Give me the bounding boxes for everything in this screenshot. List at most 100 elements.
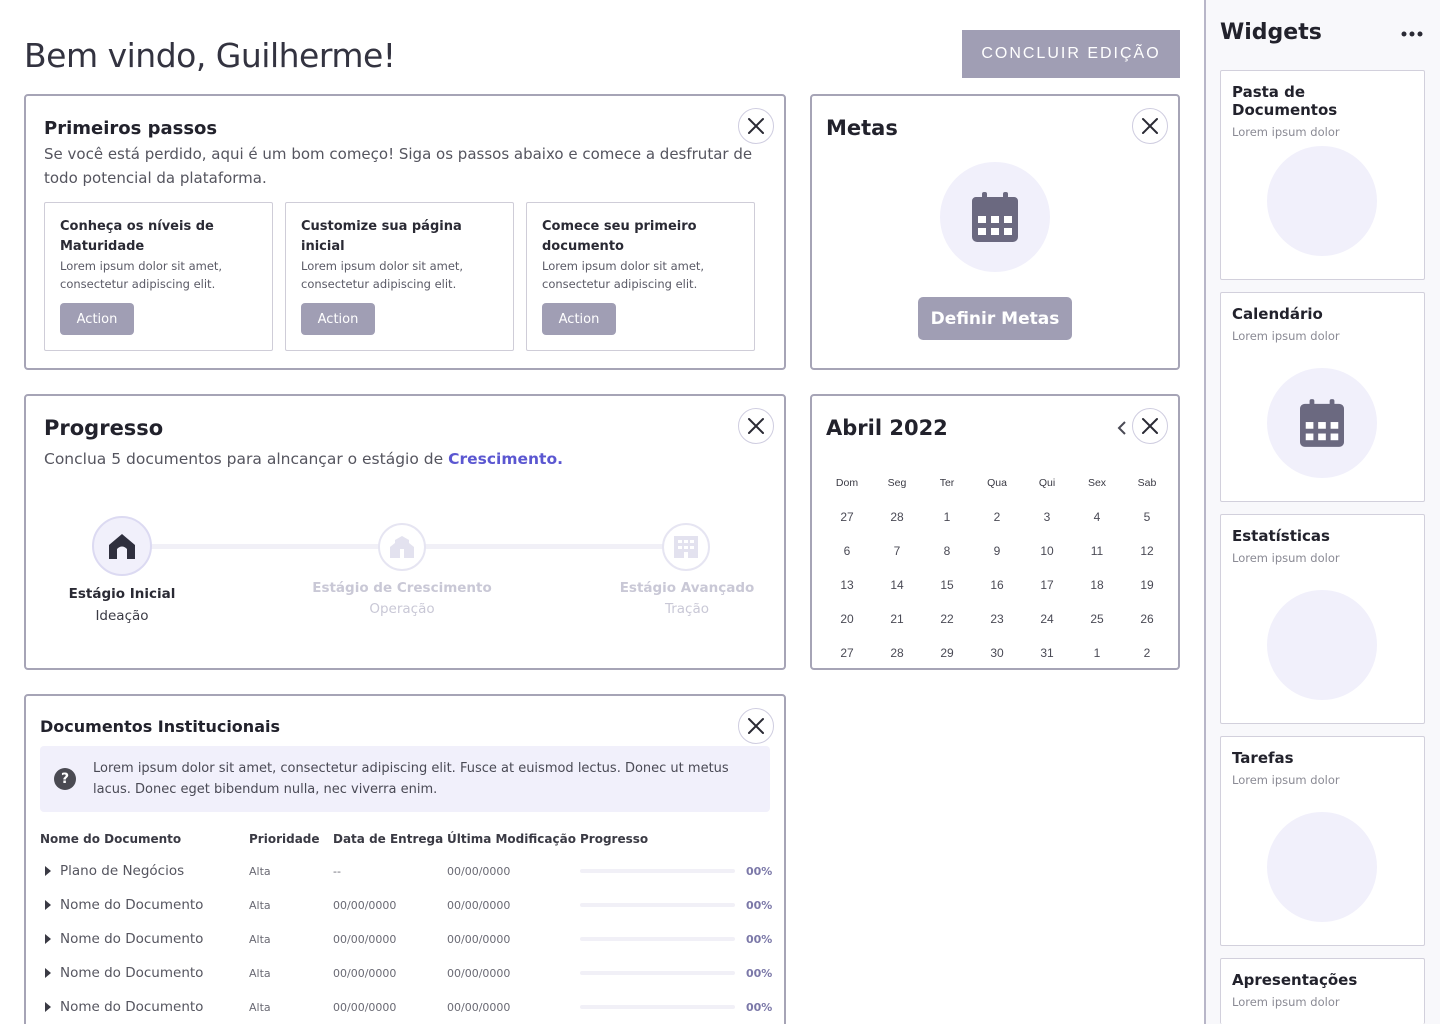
- calendar-day[interactable]: 17: [1022, 578, 1072, 592]
- calendar-day[interactable]: 10: [1022, 544, 1072, 558]
- calendar-day[interactable]: 1: [1072, 646, 1122, 660]
- table-row[interactable]: Nome do Documento Alta 00/00/0000 00/00/…: [40, 922, 774, 956]
- calendar-day[interactable]: 14: [872, 578, 922, 592]
- step-action-button[interactable]: Action: [60, 303, 134, 335]
- previous-month-button[interactable]: [1114, 418, 1130, 438]
- weekday-label: Qui: [1038, 477, 1056, 489]
- caret-right-icon[interactable]: [44, 866, 52, 876]
- close-progress-button[interactable]: [738, 408, 774, 444]
- close-calendar-button[interactable]: [1132, 408, 1168, 444]
- step-action-button[interactable]: Action: [301, 303, 375, 335]
- widget-subtitle: Lorem ipsum dolor: [1232, 773, 1340, 787]
- document-priority: Alta: [249, 898, 271, 912]
- column-header[interactable]: Prioridade: [249, 832, 333, 846]
- widget-presentations[interactable]: Apresentações Lorem ipsum dolor: [1220, 958, 1425, 1024]
- table-row[interactable]: Plano de Negócios Alta -- 00/00/0000 00%: [40, 854, 774, 888]
- calendar-day[interactable]: 25: [1072, 612, 1122, 626]
- calendar-day[interactable]: 8: [922, 544, 972, 558]
- calendar-day[interactable]: 9: [972, 544, 1022, 558]
- buildings-icon: [390, 536, 414, 558]
- document-modified: 00/00/0000: [447, 1000, 511, 1014]
- close-icon: [748, 118, 764, 134]
- calendar-day[interactable]: 5: [1122, 510, 1172, 524]
- column-header[interactable]: Data de Entrega: [333, 832, 447, 846]
- close-documents-button[interactable]: [738, 708, 774, 744]
- calendar-day[interactable]: 22: [922, 612, 972, 626]
- widget-statistics[interactable]: Estatísticas Lorem ipsum dolor: [1220, 514, 1425, 724]
- calendar-day[interactable]: 12: [1122, 544, 1172, 558]
- caret-right-icon[interactable]: [44, 900, 52, 910]
- progress-bar: [580, 1005, 735, 1009]
- calendar-day[interactable]: 29: [922, 646, 972, 660]
- calendar-day[interactable]: 16: [972, 578, 1022, 592]
- document-name: Nome do Documento: [60, 965, 204, 981]
- calendar-week-row: 27 28 29 30 31 1 2: [822, 636, 1172, 670]
- calendar-day[interactable]: 13: [822, 578, 872, 592]
- calendar-day[interactable]: 31: [1022, 646, 1072, 660]
- widget-title: Apresentações: [1232, 971, 1358, 989]
- widget-placeholder-circle: [1267, 590, 1377, 700]
- set-goals-button[interactable]: Definir Metas: [918, 297, 1072, 340]
- calendar-day[interactable]: 28: [872, 510, 922, 524]
- document-due-date: --: [333, 864, 341, 878]
- calendar-day[interactable]: 11: [1072, 544, 1122, 558]
- conclude-edit-button[interactable]: CONCLUIR EDIÇÃO: [962, 30, 1180, 78]
- calendar-day[interactable]: 1: [922, 510, 972, 524]
- widget-title: Tarefas: [1232, 749, 1294, 767]
- close-first-steps-button[interactable]: [738, 108, 774, 144]
- caret-right-icon[interactable]: [44, 934, 52, 944]
- calendar-day[interactable]: 3: [1022, 510, 1072, 524]
- progress-description: Conclua 5 documentos para alncançar o es…: [44, 450, 563, 468]
- caret-right-icon[interactable]: [44, 968, 52, 978]
- calendar-day[interactable]: 30: [972, 646, 1022, 660]
- calendar-day[interactable]: 20: [822, 612, 872, 626]
- document-name: Nome do Documento: [60, 999, 204, 1015]
- column-header[interactable]: Progresso: [580, 832, 774, 846]
- goals-icon-circle: [940, 162, 1050, 272]
- calendar-day[interactable]: 21: [872, 612, 922, 626]
- calendar-day[interactable]: 2: [972, 510, 1022, 524]
- step-description: Lorem ipsum dolor sit amet, consectetur …: [60, 259, 223, 291]
- widget-document-folder[interactable]: Pasta de Documentos Lorem ipsum dolor: [1220, 70, 1425, 280]
- progress-title: Progresso: [44, 416, 164, 440]
- calendar-day[interactable]: 4: [1072, 510, 1122, 524]
- widget-tasks[interactable]: Tarefas Lorem ipsum dolor: [1220, 736, 1425, 946]
- stage-initial-name: Estágio Inicial: [68, 586, 176, 602]
- calendar-day[interactable]: 24: [1022, 612, 1072, 626]
- document-progress: 00%: [580, 899, 774, 912]
- goals-card: Metas Definir Metas: [810, 94, 1180, 370]
- stage-initial-marker: [92, 516, 152, 576]
- goals-title: Metas: [826, 116, 898, 140]
- column-header[interactable]: Nome do Documento: [40, 832, 249, 846]
- calendar-day[interactable]: 6: [822, 544, 872, 558]
- close-icon: [1142, 418, 1158, 434]
- step-card-maturity: Conheça os níveis de Maturidade Lorem ip…: [44, 202, 273, 351]
- table-row[interactable]: Nome do Documento Alta 00/00/0000 00/00/…: [40, 990, 774, 1024]
- more-options-button[interactable]: [1400, 24, 1424, 44]
- table-row[interactable]: Nome do Documento Alta 00/00/0000 00/00/…: [40, 956, 774, 990]
- calendar-day[interactable]: 2: [1122, 646, 1172, 660]
- document-priority: Alta: [249, 966, 271, 980]
- calendar-day[interactable]: 7: [872, 544, 922, 558]
- calendar-day[interactable]: 27: [822, 646, 872, 660]
- calendar-day[interactable]: 28: [872, 646, 922, 660]
- calendar-week-row: 6 7 8 9 10 11 12: [822, 534, 1172, 568]
- calendar-day[interactable]: 18: [1072, 578, 1122, 592]
- column-header[interactable]: Última Modificação: [447, 832, 580, 846]
- calendar-day[interactable]: 23: [972, 612, 1022, 626]
- stage-advanced-name: Estágio Avançado: [619, 580, 755, 596]
- calendar-day[interactable]: 27: [822, 510, 872, 524]
- chevron-left-icon: [1117, 421, 1126, 435]
- caret-right-icon[interactable]: [44, 1002, 52, 1012]
- table-row[interactable]: Nome do Documento Alta 00/00/0000 00/00/…: [40, 888, 774, 922]
- step-action-button[interactable]: Action: [542, 303, 616, 335]
- calendar-day[interactable]: 26: [1122, 612, 1172, 626]
- document-progress: 00%: [580, 967, 774, 980]
- calendar-day[interactable]: 19: [1122, 578, 1172, 592]
- calendar-day[interactable]: 15: [922, 578, 972, 592]
- weekday-label: Qua: [987, 477, 1007, 489]
- widget-calendar[interactable]: Calendário Lorem ipsum dolor: [1220, 292, 1425, 502]
- weekday-label: Seg: [887, 477, 907, 489]
- close-goals-button[interactable]: [1132, 108, 1168, 144]
- calendar-weekday-row: Dom Seg Ter Qua Qui Sex Sab: [822, 466, 1172, 500]
